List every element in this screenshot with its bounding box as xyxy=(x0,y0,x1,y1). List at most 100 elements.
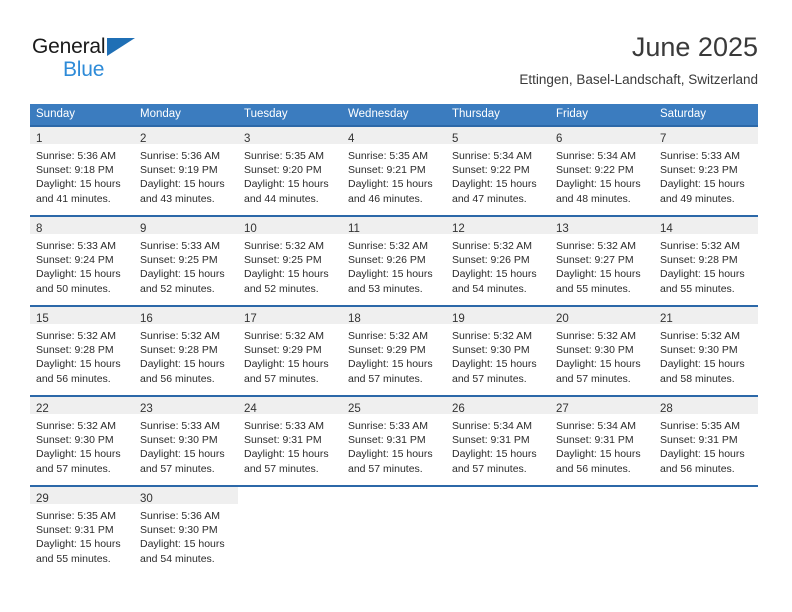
day-cell[interactable]: 16 Sunrise: 5:32 AM Sunset: 9:28 PM Dayligh… xyxy=(134,307,238,395)
day-number: 14 xyxy=(660,223,673,235)
daylight-text-line1: Daylight: 15 hours xyxy=(348,268,433,281)
day-cell[interactable]: 13 Sunrise: 5:32 AM Sunset: 9:27 PM Dayligh… xyxy=(550,217,654,305)
day-cell[interactable]: 14 Sunrise: 5:32 AM Sunset: 9:28 PM Dayligh… xyxy=(654,217,758,305)
day-cell[interactable]: 4 Sunrise: 5:35 AM Sunset: 9:21 PM Daylight… xyxy=(342,127,446,215)
day-cell xyxy=(446,487,550,575)
day-cell[interactable]: 12 Sunrise: 5:32 AM Sunset: 9:26 PM Dayligh… xyxy=(446,217,550,305)
sunrise-text: Sunrise: 5:35 AM xyxy=(244,150,324,162)
day-cell[interactable]: 20 Sunrise: 5:32 AM Sunset: 9:30 PM Dayligh… xyxy=(550,307,654,395)
day-details: Sunrise: 5:32 AM Sunset: 9:30 PM Daylight:… xyxy=(550,324,654,386)
day-cell[interactable]: 23 Sunrise: 5:33 AM Sunset: 9:30 PM Dayligh… xyxy=(134,397,238,485)
calendar-cell: 12 Sunrise: 5:32 AM Sunset: 9:26 PM Dayligh… xyxy=(446,215,550,306)
daylight-text-line1: Daylight: 15 hours xyxy=(452,358,537,371)
sunrise-text: Sunrise: 5:32 AM xyxy=(36,330,116,342)
calendar-week-row: 15 Sunrise: 5:32 AM Sunset: 9:28 PM Dayligh… xyxy=(30,305,758,396)
sunrise-text: Sunrise: 5:32 AM xyxy=(140,330,220,342)
day-number: 24 xyxy=(244,403,257,415)
day-cell[interactable]: 19 Sunrise: 5:32 AM Sunset: 9:30 PM Dayligh… xyxy=(446,307,550,395)
sunrise-text: Sunrise: 5:32 AM xyxy=(452,240,532,252)
calendar-cell: 19 Sunrise: 5:32 AM Sunset: 9:30 PM Dayligh… xyxy=(446,305,550,396)
day-cell[interactable]: 7 Sunrise: 5:33 AM Sunset: 9:23 PM Daylight… xyxy=(654,127,758,215)
calendar-cell: 21 Sunrise: 5:32 AM Sunset: 9:30 PM Dayligh… xyxy=(654,305,758,396)
weekday-header-tuesday: Tuesday xyxy=(238,104,342,126)
day-number-band: 5 xyxy=(446,127,550,145)
day-number-band: 15 xyxy=(30,307,134,325)
calendar-cell: 3 Sunrise: 5:35 AM Sunset: 9:20 PM Daylight… xyxy=(238,125,342,216)
sunset-text: Sunset: 9:28 PM xyxy=(140,344,218,357)
sunrise-text: Sunrise: 5:34 AM xyxy=(452,420,532,432)
daylight-text-line1: Daylight: 15 hours xyxy=(348,178,433,191)
day-cell xyxy=(654,487,758,575)
sunrise-text: Sunrise: 5:32 AM xyxy=(556,330,636,342)
day-number: 4 xyxy=(348,133,355,145)
generalblue-logo[interactable]: General Blue xyxy=(32,36,192,92)
day-cell[interactable]: 2 Sunrise: 5:36 AM Sunset: 9:19 PM Daylight… xyxy=(134,127,238,215)
day-number-band: 3 xyxy=(238,127,342,145)
day-cell[interactable]: 28 Sunrise: 5:35 AM Sunset: 9:31 PM Dayligh… xyxy=(654,397,758,485)
daylight-text-line2: and 56 minutes. xyxy=(36,372,111,385)
sunset-text: Sunset: 9:22 PM xyxy=(556,164,634,177)
logo-triangle-icon xyxy=(107,38,135,56)
calendar-cell: 20 Sunrise: 5:32 AM Sunset: 9:30 PM Dayligh… xyxy=(550,305,654,396)
day-cell[interactable]: 8 Sunrise: 5:33 AM Sunset: 9:24 PM Daylight… xyxy=(30,217,134,305)
day-cell[interactable]: 6 Sunrise: 5:34 AM Sunset: 9:22 PM Daylight… xyxy=(550,127,654,215)
sunset-text: Sunset: 9:24 PM xyxy=(36,254,114,267)
daylight-text-line1: Daylight: 15 hours xyxy=(140,358,225,371)
day-cell[interactable]: 30 Sunrise: 5:36 AM Sunset: 9:30 PM Dayligh… xyxy=(134,487,238,575)
sunset-text: Sunset: 9:31 PM xyxy=(244,434,322,447)
daylight-text-line2: and 52 minutes. xyxy=(244,282,319,295)
calendar-cell: 30 Sunrise: 5:36 AM Sunset: 9:30 PM Dayligh… xyxy=(134,485,238,575)
day-cell[interactable]: 1 Sunrise: 5:36 AM Sunset: 9:18 PM Daylight… xyxy=(30,127,134,215)
sunset-text: Sunset: 9:31 PM xyxy=(452,434,530,447)
day-number: 29 xyxy=(36,493,49,505)
day-number: 10 xyxy=(244,223,257,235)
day-details: Sunrise: 5:32 AM Sunset: 9:28 PM Daylight:… xyxy=(134,324,238,386)
day-details: Sunrise: 5:32 AM Sunset: 9:26 PM Daylight:… xyxy=(446,234,550,296)
sunset-text: Sunset: 9:29 PM xyxy=(348,344,426,357)
day-details: Sunrise: 5:33 AM Sunset: 9:24 PM Daylight:… xyxy=(30,234,134,296)
day-cell[interactable]: 27 Sunrise: 5:34 AM Sunset: 9:31 PM Dayligh… xyxy=(550,397,654,485)
sunrise-text: Sunrise: 5:32 AM xyxy=(660,240,740,252)
day-number-band: 10 xyxy=(238,217,342,235)
day-details: Sunrise: 5:32 AM Sunset: 9:30 PM Daylight:… xyxy=(446,324,550,386)
daylight-text-line2: and 44 minutes. xyxy=(244,192,319,205)
daylight-text-line1: Daylight: 15 hours xyxy=(36,538,121,551)
day-number: 30 xyxy=(140,493,153,505)
day-cell[interactable]: 5 Sunrise: 5:34 AM Sunset: 9:22 PM Daylight… xyxy=(446,127,550,215)
calendar-cell xyxy=(550,485,654,575)
day-cell[interactable]: 10 Sunrise: 5:32 AM Sunset: 9:25 PM Dayligh… xyxy=(238,217,342,305)
weekday-header-thursday: Thursday xyxy=(446,104,550,126)
day-number-band: 30 xyxy=(134,487,238,505)
weekday-header-monday: Monday xyxy=(134,104,238,126)
daylight-text-line2: and 43 minutes. xyxy=(140,192,215,205)
day-cell[interactable]: 9 Sunrise: 5:33 AM Sunset: 9:25 PM Daylight… xyxy=(134,217,238,305)
daylight-text-line2: and 53 minutes. xyxy=(348,282,423,295)
day-cell[interactable]: 25 Sunrise: 5:33 AM Sunset: 9:31 PM Dayligh… xyxy=(342,397,446,485)
daylight-text-line2: and 52 minutes. xyxy=(140,282,215,295)
day-cell[interactable]: 11 Sunrise: 5:32 AM Sunset: 9:26 PM Dayligh… xyxy=(342,217,446,305)
calendar-cell xyxy=(342,485,446,575)
calendar-page: General Blue June 2025 Ettingen, Basel-L… xyxy=(0,0,792,612)
day-cell[interactable]: 17 Sunrise: 5:32 AM Sunset: 9:29 PM Dayligh… xyxy=(238,307,342,395)
day-cell[interactable]: 22 Sunrise: 5:32 AM Sunset: 9:30 PM Dayligh… xyxy=(30,397,134,485)
day-cell[interactable]: 3 Sunrise: 5:35 AM Sunset: 9:20 PM Daylight… xyxy=(238,127,342,215)
day-cell[interactable]: 15 Sunrise: 5:32 AM Sunset: 9:28 PM Dayligh… xyxy=(30,307,134,395)
calendar-week-row: 8 Sunrise: 5:33 AM Sunset: 9:24 PM Daylight… xyxy=(30,215,758,306)
day-cell[interactable]: 29 Sunrise: 5:35 AM Sunset: 9:31 PM Dayligh… xyxy=(30,487,134,575)
sunrise-text: Sunrise: 5:33 AM xyxy=(36,240,116,252)
day-details: Sunrise: 5:34 AM Sunset: 9:22 PM Daylight:… xyxy=(446,144,550,206)
calendar-cell: 17 Sunrise: 5:32 AM Sunset: 9:29 PM Dayligh… xyxy=(238,305,342,396)
day-details: Sunrise: 5:33 AM Sunset: 9:23 PM Daylight:… xyxy=(654,144,758,206)
day-cell[interactable]: 18 Sunrise: 5:32 AM Sunset: 9:29 PM Dayligh… xyxy=(342,307,446,395)
sunset-text: Sunset: 9:28 PM xyxy=(660,254,738,267)
day-details: Sunrise: 5:32 AM Sunset: 9:26 PM Daylight:… xyxy=(342,234,446,296)
sunset-text: Sunset: 9:26 PM xyxy=(452,254,530,267)
day-cell[interactable]: 26 Sunrise: 5:34 AM Sunset: 9:31 PM Dayligh… xyxy=(446,397,550,485)
daylight-text-line1: Daylight: 15 hours xyxy=(556,448,641,461)
day-cell[interactable]: 24 Sunrise: 5:33 AM Sunset: 9:31 PM Dayligh… xyxy=(238,397,342,485)
daylight-text-line1: Daylight: 15 hours xyxy=(556,178,641,191)
daylight-text-line2: and 57 minutes. xyxy=(452,372,527,385)
day-details: Sunrise: 5:32 AM Sunset: 9:29 PM Daylight:… xyxy=(342,324,446,386)
day-cell[interactable]: 21 Sunrise: 5:32 AM Sunset: 9:30 PM Dayligh… xyxy=(654,307,758,395)
calendar-cell: 6 Sunrise: 5:34 AM Sunset: 9:22 PM Daylight… xyxy=(550,125,654,216)
